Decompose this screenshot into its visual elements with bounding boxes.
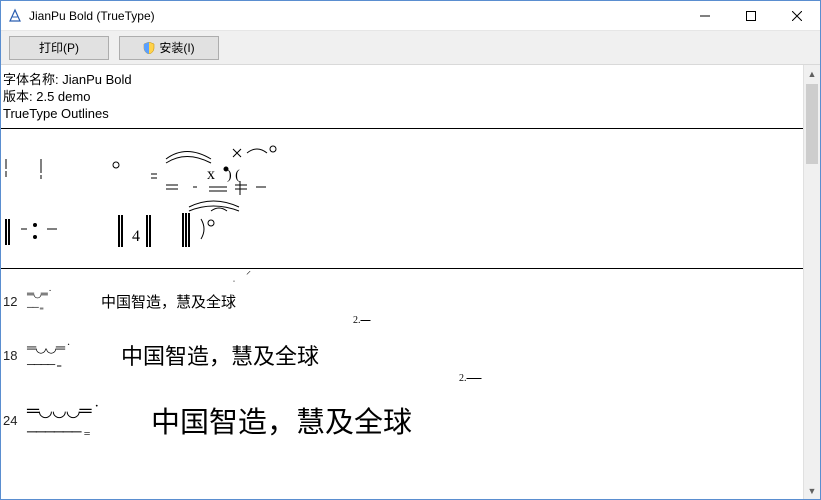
app-icon bbox=[7, 8, 23, 24]
glyph-specimen-art: x ) ( bbox=[1, 129, 791, 269]
vertical-scrollbar[interactable]: ▲ ▼ bbox=[803, 65, 820, 499]
annotation-mark: 2.⎯⎯⎯ bbox=[459, 373, 482, 384]
sample-row-24: 2.⎯⎯⎯ 24 ═◡◡◡═ ˙ ────── ₌ 中国智造，慧及全球 bbox=[1, 393, 803, 445]
window-controls bbox=[682, 1, 820, 30]
content-container: 字体名称: JianPu Bold 版本: 2.5 demo TrueType … bbox=[1, 65, 820, 499]
point-size-label: 24 bbox=[3, 413, 27, 428]
meta-outlines: TrueType Outlines bbox=[3, 105, 799, 122]
glyph-specimen: x ) ( bbox=[1, 129, 803, 269]
shield-icon bbox=[143, 42, 155, 54]
svg-text:x: x bbox=[207, 166, 215, 183]
scroll-thumb[interactable] bbox=[806, 84, 818, 164]
toolbar: 打印(P) 安装(I) bbox=[1, 31, 820, 65]
scroll-up-button[interactable]: ▲ bbox=[804, 65, 820, 82]
close-button[interactable] bbox=[774, 1, 820, 30]
glyph-mark: ˘ bbox=[233, 281, 235, 287]
title-bar: JianPu Bold (TrueType) bbox=[1, 1, 820, 31]
meta-name-value: JianPu Bold bbox=[62, 72, 131, 87]
point-size-label: 18 bbox=[3, 348, 27, 363]
jianpu-glyph-run: ═◡◡◡═ ˙ ────── ₌ bbox=[27, 401, 137, 440]
minimize-button[interactable] bbox=[682, 1, 728, 30]
sample-text: 中国智造，慧及全球 bbox=[121, 339, 319, 371]
window-title: JianPu Bold (TrueType) bbox=[29, 9, 155, 23]
point-size-label: 12 bbox=[3, 294, 27, 309]
annotation-mark: 2.⎯⎯ bbox=[353, 315, 371, 326]
window-frame: JianPu Bold (TrueType) 打印(P) 安装(I) bbox=[0, 0, 821, 500]
glyph-mark: ⸍ bbox=[246, 267, 251, 281]
sample-text: 中国智造，慧及全球 bbox=[101, 291, 236, 312]
maximize-button[interactable] bbox=[728, 1, 774, 30]
sample-row-12: ⸍ 12 ═◡═ ˙ ── ₌ 中国智造，慧及全球 ˘ bbox=[1, 283, 803, 317]
svg-text:) (: ) ( bbox=[227, 168, 240, 183]
print-button-label: 打印(P) bbox=[39, 39, 79, 56]
sample-text: 中国智造，慧及全球 bbox=[151, 399, 412, 441]
meta-name-row: 字体名称: JianPu Bold bbox=[3, 71, 799, 88]
meta-version-row: 版本: 2.5 demo bbox=[3, 88, 799, 105]
font-meta: 字体名称: JianPu Bold 版本: 2.5 demo TrueType … bbox=[1, 65, 803, 126]
svg-text:4: 4 bbox=[132, 228, 140, 245]
meta-version-label: 版本: bbox=[3, 89, 33, 104]
print-button[interactable]: 打印(P) bbox=[9, 36, 109, 60]
meta-version-value: 2.5 demo bbox=[36, 89, 90, 104]
scroll-down-button[interactable]: ▼ bbox=[804, 482, 820, 499]
jianpu-glyph-run: ═◡═ ˙ ── ₌ bbox=[27, 289, 87, 313]
scroll-track[interactable] bbox=[804, 82, 820, 482]
install-button-label: 安装(I) bbox=[159, 39, 194, 56]
preview-pane: 字体名称: JianPu Bold 版本: 2.5 demo TrueType … bbox=[1, 65, 803, 499]
jianpu-glyph-run: ═◡◡═ ˙ ──── ₌ bbox=[27, 340, 107, 371]
install-button[interactable]: 安装(I) bbox=[119, 36, 219, 60]
meta-name-label: 字体名称: bbox=[3, 72, 59, 87]
sample-row-18: 2.⎯⎯ 18 ═◡◡═ ˙ ──── ₌ 中国智造，慧及全球 bbox=[1, 333, 803, 375]
